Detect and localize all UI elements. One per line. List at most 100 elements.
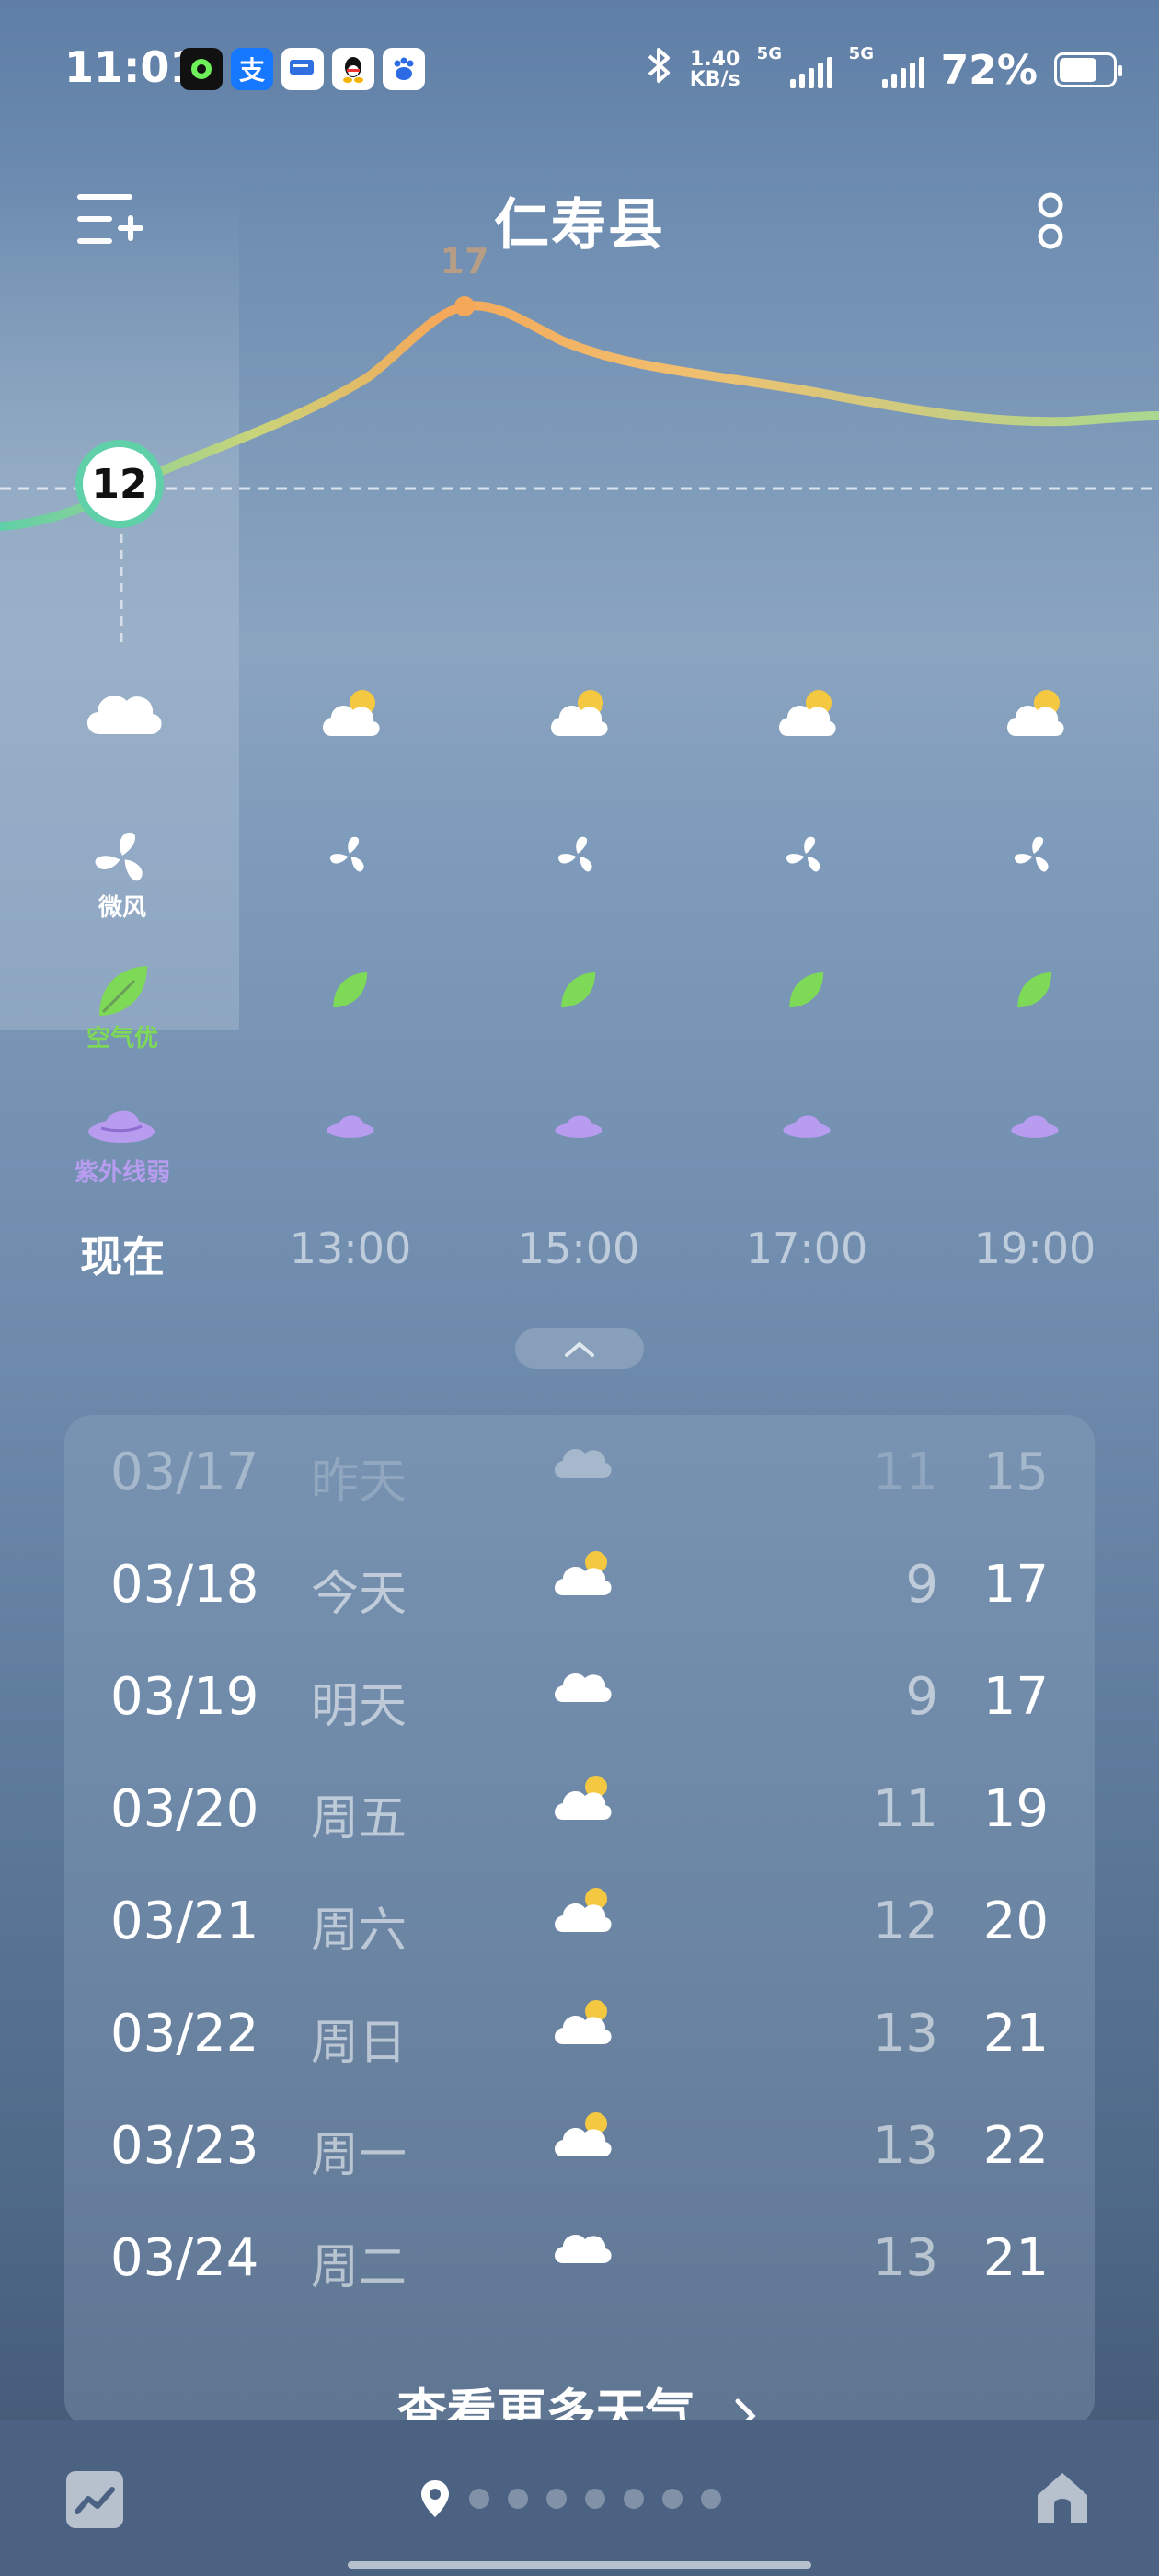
partly-cloudy-icon [555,1776,612,1820]
cloud-icon [555,1448,612,1478]
wind-fan-icon [329,836,364,872]
gesture-bar[interactable] [348,2561,811,2569]
page-dot[interactable] [624,2489,644,2509]
status-bar: 11:01 支 1.40 KB/s 5G 5G 72% [0,0,1159,138]
peak-point [454,296,475,316]
day-date: 03/22 [110,2004,259,2064]
day-high-temp: 17 [982,1555,1049,1615]
day-high-temp: 19 [982,1779,1049,1839]
sun-hat-icon [88,1110,155,1143]
hour-label-now: 现在 [80,1232,165,1282]
message-app-icon [281,48,324,90]
day-weekday: 周二 [311,2240,407,2295]
daily-row[interactable]: 03/18 今天 9 17 [64,1538,1095,1630]
leaf-icon [99,966,147,1016]
alipay-icon: 支 [231,48,273,90]
page-dot[interactable] [508,2489,528,2509]
wind-fan-icon [95,832,143,881]
partly-cloudy-icon [555,2000,612,2044]
day-low-temp: 13 [872,2004,938,2064]
day-low-temp: 11 [872,1443,938,1502]
day-high-temp: 15 [982,1443,1049,1502]
current-temp-bubble: 12 [75,440,164,528]
home-button[interactable] [1032,2467,1093,2528]
page-dot[interactable] [701,2489,721,2509]
leaf-icon [1017,972,1052,1008]
hour-label: 13:00 [289,1224,412,1273]
day-high-temp: 20 [982,1892,1049,1951]
page-dot[interactable] [469,2489,489,2509]
chevron-up-icon [565,1342,594,1357]
status-icons: 1.40 KB/s 5G 5G 72% [646,42,1122,98]
partly-cloudy-icon [555,1551,612,1595]
daily-row[interactable]: 03/21 周六 12 20 [64,1875,1095,1967]
daily-forecast-card: 查看更多天气 03/17 昨天 11 15 03/18 今天 9 17 03/19 明天 9 17 03… [64,1415,1095,2427]
day-date: 03/24 [110,2228,259,2288]
signal-icon-sim2: 5G [849,44,924,88]
cloud-icon [555,2234,612,2263]
day-date: 03/21 [110,1892,259,1951]
sun-hat-icon [555,1115,602,1138]
sun-hat-icon [783,1115,831,1138]
more-weather-link[interactable]: 查看更多天气 [64,2372,1095,2427]
peak-temp-label: 17 [440,241,489,282]
wind-fan-icon [557,836,592,872]
day-high-temp: 22 [982,2116,1049,2176]
sun-hat-icon [1011,1115,1059,1138]
day-weekday: 周五 [311,1791,407,1846]
partly-cloudy-icon [323,690,380,736]
sun-hat-icon [327,1115,374,1138]
cloud-icon [86,696,162,734]
day-low-temp: 13 [872,2228,938,2288]
daily-row[interactable]: 03/23 周一 13 22 [64,2099,1095,2191]
day-date: 03/17 [110,1443,259,1502]
day-weekday: 周日 [311,2016,407,2071]
day-weekday: 昨天 [311,1455,407,1510]
daily-row[interactable]: 03/20 周五 11 19 [64,1763,1095,1855]
wind-fan-icon [786,836,820,872]
uv-label: 紫外线弱 [74,1159,170,1187]
day-weekday: 今天 [311,1567,407,1622]
daily-row[interactable]: 03/19 明天 9 17 [64,1650,1095,1742]
leaf-icon [789,972,824,1008]
day-low-temp: 12 [872,1892,938,1951]
temperature-curve [0,301,1159,531]
page-dot[interactable] [546,2489,567,2509]
battery-percent: 72% [940,46,1038,94]
cloud-icon [555,1673,612,1702]
partly-cloudy-icon [1007,690,1064,736]
day-date: 03/18 [110,1555,259,1615]
trend-icon [75,2487,115,2514]
day-high-temp: 21 [982,2004,1049,2064]
day-low-temp: 13 [872,2116,938,2176]
page-dot[interactable] [585,2489,605,2509]
battery-icon [1054,52,1122,87]
daily-row[interactable]: 03/17 昨天 11 15 [64,1426,1095,1518]
daily-row[interactable]: 03/24 周二 13 21 [64,2212,1095,2304]
network-speed: 1.40 KB/s [689,48,740,91]
qq-icon [332,48,374,90]
signal-icon-sim1: 5G [757,44,832,88]
wind-fan-icon [1014,836,1049,872]
partly-cloudy-icon [555,1888,612,1932]
hour-label: 19:00 [973,1224,1096,1273]
wind-label: 微风 [98,894,146,922]
daily-row[interactable]: 03/22 周日 13 21 [64,1987,1095,2079]
partly-cloudy-icon [779,690,836,736]
day-high-temp: 17 [982,1667,1049,1727]
page-dot[interactable] [662,2489,683,2509]
day-high-temp: 21 [982,2228,1049,2288]
day-weekday: 周一 [311,2128,407,2183]
day-low-temp: 9 [905,1667,938,1727]
clock: 11:01 [64,42,200,92]
leaf-icon [333,972,368,1008]
leaf-icon [561,972,596,1008]
day-low-temp: 11 [872,1779,938,1839]
hour-label: 15:00 [517,1224,640,1273]
hour-label: 17:00 [745,1224,868,1273]
day-date: 03/19 [110,1667,259,1727]
air-quality-label: 空气优 [86,1025,158,1052]
trend-chart-button[interactable] [66,2471,123,2528]
collapse-handle[interactable] [515,1328,644,1369]
day-date: 03/20 [110,1779,259,1839]
